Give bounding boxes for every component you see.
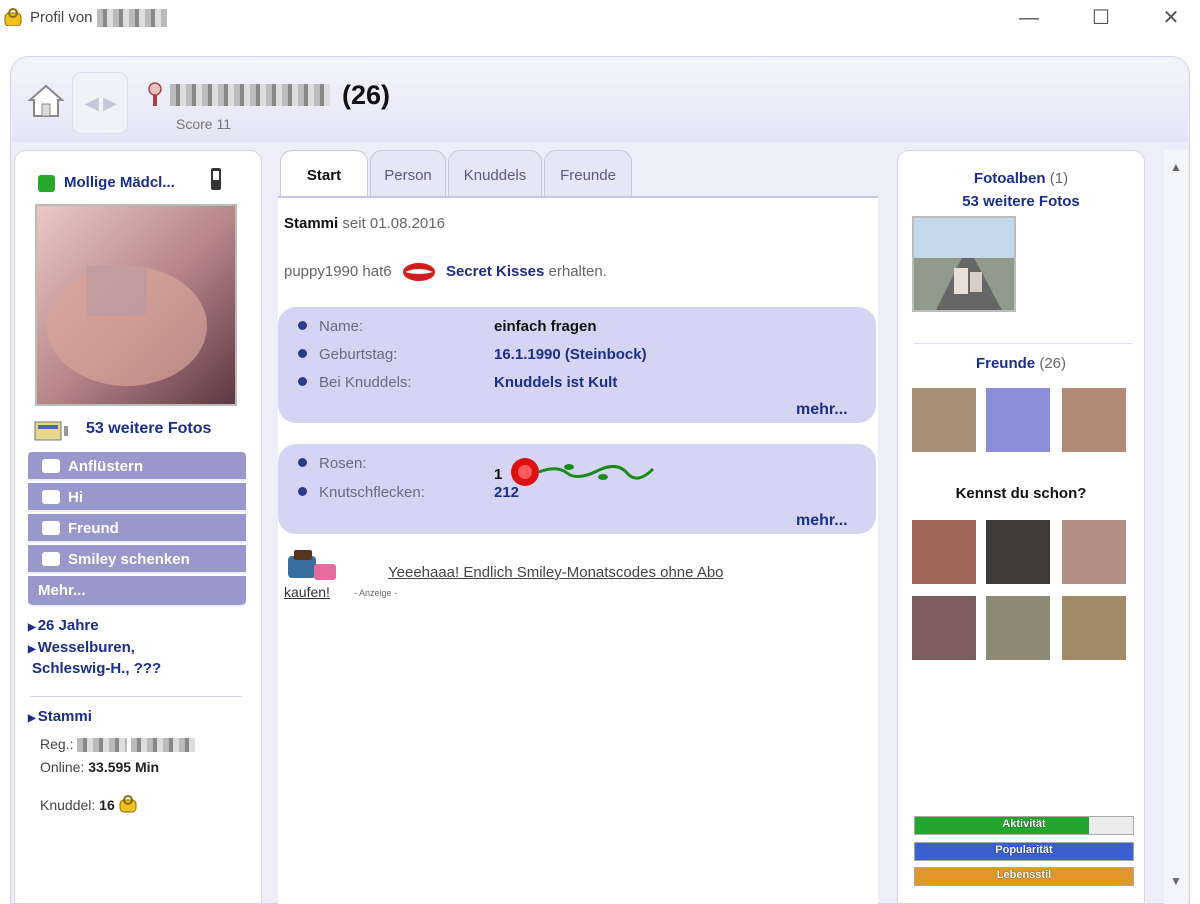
scroll-up-icon[interactable]: ▲ — [1164, 160, 1188, 174]
tab-content — [278, 198, 878, 904]
online-status-icon — [38, 175, 55, 192]
back-forward-button[interactable]: ◀ ▶ — [72, 72, 128, 134]
tab-knuddels[interactable]: Knuddels — [448, 150, 542, 196]
lifestyle-meter: Lebensstil — [914, 867, 1134, 886]
smiley-icon — [42, 552, 60, 566]
profile-subtitle: Score 11 — [176, 116, 231, 132]
info-row-knuddels: Bei Knuddels: Knuddels ist Kult — [298, 374, 617, 391]
profile-photo[interactable] — [35, 204, 237, 406]
scroll-down-icon[interactable]: ▼ — [1164, 874, 1188, 888]
mobile-phone-icon — [211, 168, 221, 190]
friend-thumb[interactable] — [912, 388, 976, 452]
secret-kisses-line: puppy1990 hat6 Secret Kisses erhalten. — [284, 262, 607, 282]
lips-icon — [402, 263, 435, 281]
suggestion-thumb[interactable] — [912, 596, 976, 660]
albums-more-photos-link[interactable]: 53 weitere Fotos — [912, 193, 1130, 210]
friend-thumb[interactable] — [986, 388, 1050, 452]
tab-start[interactable]: Start — [280, 150, 368, 198]
stats-row-roses: Rosen: 1 — [298, 455, 654, 486]
forward-arrow-icon: ▶ — [103, 93, 117, 113]
plus-icon — [42, 521, 60, 535]
right-divider — [914, 343, 1132, 344]
knuddel-icon — [119, 795, 137, 813]
photo-albums-title[interactable]: Fotoalben (1) — [912, 170, 1130, 187]
envelope-icon — [42, 459, 60, 473]
title-bar: Profil von — ☐ ✕ — [0, 0, 1200, 38]
location-info: ▶ Wesselburen, — [28, 639, 135, 656]
ad-link[interactable]: Yeeehaaa! Endlich Smiley-Monatscodes ohn… — [388, 564, 724, 581]
tab-freunde[interactable]: Freunde — [544, 150, 632, 196]
more-actions-button[interactable]: Mehr... — [28, 576, 246, 607]
window-title: Profil von — [30, 9, 167, 28]
stats-row-hickeys: Knutschflecken: 212 — [298, 484, 519, 501]
minimize-button[interactable]: — — [1012, 5, 1046, 31]
add-friend-button[interactable]: Freund — [28, 514, 246, 543]
female-icon — [148, 82, 162, 106]
gift-smiley-button[interactable]: Smiley schenken — [28, 545, 246, 574]
stammi-info[interactable]: ▶ Stammi — [28, 708, 92, 725]
heart-icon — [42, 490, 60, 504]
rose-icon — [510, 458, 654, 486]
info-row-birthday: Geburtstag: 16.1.1990 (Steinbock) — [298, 346, 647, 363]
location-info-region: Schleswig-H., ??? — [32, 660, 162, 677]
age-info: ▶ 26 Jahre — [28, 617, 99, 634]
person-more-link[interactable]: mehr... — [796, 401, 848, 419]
suggestion-thumb[interactable] — [912, 520, 976, 584]
suggestions-title: Kennst du schon? — [955, 485, 1087, 502]
more-photos-link[interactable]: 53 weitere Fotos — [86, 420, 211, 438]
online-time: Online: 33.595 Min — [40, 759, 160, 775]
smiley-ad-icon — [288, 550, 336, 580]
popularity-meter: Popularität — [914, 842, 1134, 861]
knuddel-count: Knuddel: 16 — [40, 795, 137, 813]
secret-kisses-link[interactable]: Secret Kisses — [446, 263, 544, 280]
friend-thumb[interactable] — [1062, 388, 1126, 452]
stammi-since: Stammi seit 01.08.2016 — [284, 215, 445, 232]
ad-label: - Anzeige - — [354, 588, 398, 598]
activity-meter: Aktivität — [914, 816, 1134, 835]
stats-more-link[interactable]: mehr... — [796, 512, 848, 530]
hi-button[interactable]: Hi — [28, 483, 246, 512]
close-button[interactable]: ✕ — [1154, 5, 1188, 31]
status-name[interactable]: Mollige Mädcl... — [64, 174, 175, 191]
friends-title[interactable]: Freunde (26) — [912, 355, 1130, 372]
home-icon[interactable] — [26, 80, 66, 122]
registration-info: Reg.: — [40, 736, 196, 753]
maximize-button[interactable]: ☐ — [1084, 5, 1118, 31]
back-arrow-icon: ◀ — [85, 93, 99, 113]
profile-age: (26) — [342, 80, 391, 110]
ad-link-continued[interactable]: kaufen! — [284, 584, 330, 600]
whisper-button[interactable]: Anflüstern — [28, 452, 246, 481]
left-divider — [30, 696, 242, 697]
username-censored — [170, 84, 330, 106]
tab-person[interactable]: Person — [370, 150, 446, 196]
suggestion-thumb[interactable] — [986, 520, 1050, 584]
photos-icon — [34, 421, 68, 441]
info-row-name: Name: einfach fragen — [298, 318, 597, 335]
suggestion-thumb[interactable] — [1062, 520, 1126, 584]
tab-divider — [278, 196, 878, 198]
suggestion-thumb[interactable] — [986, 596, 1050, 660]
album-thumbnail[interactable] — [912, 216, 1016, 312]
vertical-scrollbar[interactable]: ▲ ▼ — [1164, 150, 1188, 904]
knuddels-app-icon — [4, 8, 22, 26]
suggestion-thumb[interactable] — [1062, 596, 1126, 660]
